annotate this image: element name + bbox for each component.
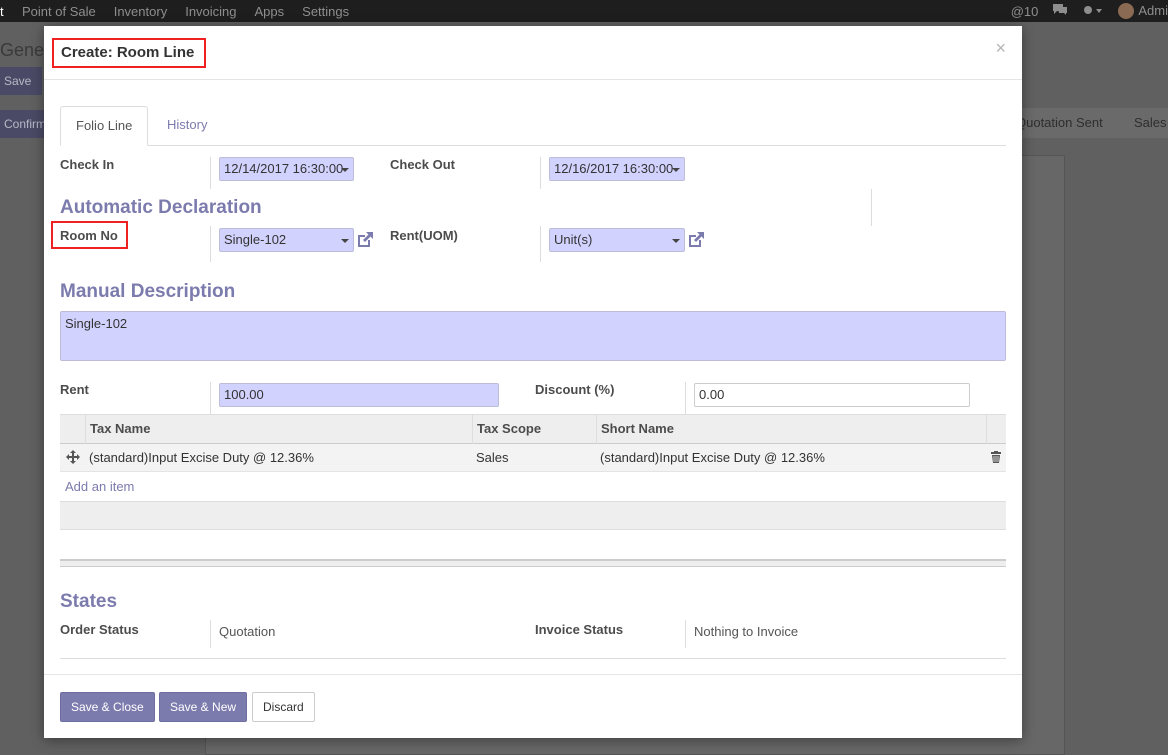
tab-folio-line[interactable]: Folio Line	[60, 106, 149, 146]
states-heading: States	[60, 591, 118, 612]
order-status-label: Order Status	[60, 622, 139, 637]
menu-item-apps[interactable]: Apps	[255, 4, 285, 19]
handle-column-header	[60, 415, 85, 444]
column-header-tax-scope[interactable]: Tax Scope	[472, 415, 596, 444]
bug-icon[interactable]	[1082, 4, 1104, 19]
check-out-label: Check Out	[390, 157, 456, 172]
discount-input[interactable]: 0.00	[694, 383, 970, 407]
drag-handle-icon[interactable]	[62, 450, 80, 467]
menu-item-invoicing[interactable]: Invoicing	[185, 4, 236, 19]
discard-button[interactable]: Discard	[252, 692, 315, 722]
tax-table: Tax Name Tax Scope Short Name (standard)…	[60, 414, 1006, 530]
trash-icon[interactable]	[986, 451, 1002, 465]
notebook-tabs: Folio Line History	[60, 106, 1006, 146]
confirm-button[interactable]: Confirm	[0, 110, 46, 138]
app-switcher-edge[interactable]: t	[0, 4, 4, 19]
table-row[interactable]: (standard)Input Excise Duty @ 12.36% Sal…	[60, 444, 1006, 472]
modal-footer: Save & Close Save & New Discard	[44, 674, 1022, 738]
rent-uom-value: Unit(s)	[554, 232, 593, 247]
divider	[210, 157, 211, 189]
rent-input[interactable]: 100.00	[219, 383, 499, 407]
user-name: Admi	[1138, 2, 1168, 18]
external-link-icon[interactable]	[687, 231, 705, 249]
menu-item-inventory[interactable]: Inventory	[114, 4, 167, 19]
invoice-status-label: Invoice Status	[535, 622, 624, 637]
menu-item-settings[interactable]: Settings	[302, 4, 349, 19]
room-no-label: Room No	[60, 228, 118, 243]
modal-title: Create: Room Line	[52, 38, 207, 68]
page-title: Gener	[0, 40, 51, 60]
main-menu: t Point of Sale Inventory Invoicing Apps…	[0, 0, 349, 22]
top-navbar: t Point of Sale Inventory Invoicing Apps…	[0, 0, 1168, 22]
external-link-icon[interactable]	[356, 231, 374, 249]
chevron-down-icon	[672, 168, 680, 172]
save-close-button[interactable]: Save & Close	[60, 692, 155, 722]
add-item-link[interactable]: Add an item	[65, 472, 134, 501]
mentions-indicator[interactable]: @10	[1011, 4, 1039, 19]
save-new-button[interactable]: Save & New	[159, 692, 248, 722]
rent-uom-select[interactable]: Unit(s)	[549, 228, 685, 252]
column-header-tax-name[interactable]: Tax Name	[85, 415, 472, 444]
avatar	[1118, 3, 1135, 20]
divider	[60, 658, 1006, 659]
modal-header: Create: Room Line ×	[44, 26, 1022, 80]
rent-uom-label: Rent(UOM)	[390, 228, 458, 243]
table-filler-row	[60, 501, 1006, 530]
check-in-label: Check In	[60, 157, 115, 172]
check-in-field[interactable]: 12/14/2017 16:30:00	[219, 157, 354, 181]
close-icon[interactable]: ×	[995, 38, 1006, 59]
divider	[210, 620, 211, 648]
mentions-count: 10	[1023, 3, 1039, 19]
user-menu[interactable]: Admi	[1118, 3, 1168, 20]
order-status-value: Quotation	[219, 624, 276, 639]
divider	[210, 382, 211, 414]
chat-icon[interactable]	[1052, 3, 1068, 19]
automatic-declaration-heading: Automatic Declaration	[60, 197, 262, 218]
divider	[540, 157, 541, 189]
room-no-select[interactable]: Single-102	[219, 228, 354, 252]
column-header-short-name[interactable]: Short Name	[596, 415, 986, 444]
save-button[interactable]: Save	[0, 67, 42, 95]
tab-history[interactable]: History	[152, 106, 222, 146]
section-separator	[60, 559, 1006, 567]
divider	[685, 382, 686, 414]
description-textarea[interactable]: Single-102	[60, 311, 1006, 361]
manual-description-heading: Manual Description	[60, 281, 236, 302]
check-out-value: 12/16/2017 16:30:00	[554, 161, 674, 176]
trash-column-header	[986, 415, 1006, 444]
status-step-sales[interactable]: Sales	[1134, 108, 1167, 138]
tax-scope-cell: Sales	[476, 450, 509, 465]
discount-label: Discount (%)	[535, 382, 615, 397]
status-step-quotation-sent[interactable]: Quotation Sent	[1016, 108, 1103, 138]
rent-label: Rent	[60, 382, 89, 397]
check-out-field[interactable]: 12/16/2017 16:30:00	[549, 157, 685, 181]
systray: @10 Admi	[997, 0, 1168, 22]
divider	[210, 226, 211, 262]
divider	[685, 620, 686, 648]
add-item-row: Add an item	[60, 472, 1006, 501]
invoice-status-value: Nothing to Invoice	[694, 624, 799, 639]
menu-item-point-of-sale[interactable]: Point of Sale	[22, 4, 96, 19]
status-bar: Quotation Sent Sales	[1010, 108, 1168, 138]
at-icon: @	[1010, 3, 1024, 19]
table-header: Tax Name Tax Scope Short Name	[60, 414, 1006, 444]
create-room-line-dialog: Create: Room Line × Folio Line History C…	[44, 26, 1022, 738]
divider	[871, 189, 872, 226]
chevron-down-icon	[341, 239, 349, 243]
chevron-down-icon	[341, 168, 349, 172]
room-no-value: Single-102	[224, 232, 287, 247]
tax-name-cell: (standard)Input Excise Duty @ 12.36%	[89, 450, 314, 465]
chevron-down-icon	[672, 239, 680, 243]
check-in-value: 12/14/2017 16:30:00	[224, 161, 344, 176]
divider	[540, 226, 541, 262]
short-name-cell: (standard)Input Excise Duty @ 12.36%	[600, 450, 825, 465]
